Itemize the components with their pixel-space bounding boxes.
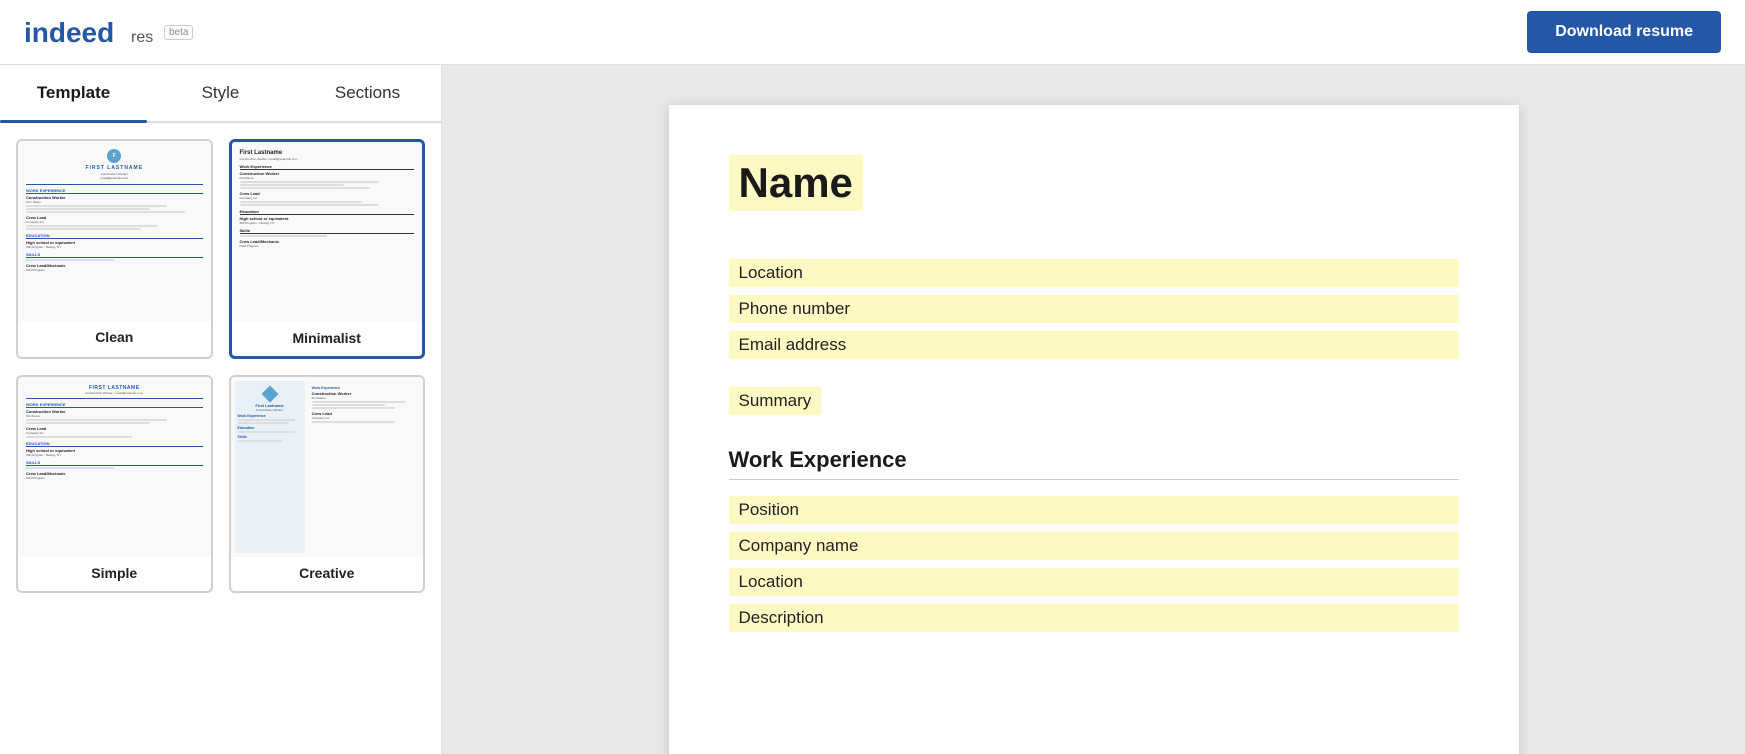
resume-description-field[interactable]: Description [729,604,1459,632]
template-preview-minimalist: First Lastname Construction Worker • ema… [232,142,423,322]
app-header: indeed resume builder beta Download resu… [0,0,1745,65]
template-label-simple: Simple [18,557,211,591]
resume-name-field[interactable]: Name [729,155,863,211]
resume-company-field[interactable]: Company name [729,532,1459,560]
resume-summary-field[interactable]: Summary [729,387,822,415]
template-card-creative[interactable]: First Lastname Construction Worker Work … [229,375,426,593]
tab-style[interactable]: Style [147,65,294,121]
tabs-nav: Template Style Sections [0,65,441,123]
template-card-simple[interactable]: FIRST LASTNAME Construction Worker • ema… [16,375,213,593]
template-preview-clean: F FIRST LASTNAME Construction Worker ema… [18,141,211,321]
main-layout: Template Style Sections F FIRST LASTNAME… [0,65,1745,754]
work-experience-title: Work Experience [729,447,1459,480]
template-label-creative: Creative [231,557,424,591]
right-content: Name Location Phone number Email address… [442,65,1745,754]
contact-fields-group: Location Phone number Email address [729,259,1459,367]
template-preview-creative: First Lastname Construction Worker Work … [231,377,424,557]
tab-sections[interactable]: Sections [294,65,441,121]
resume-phone-field[interactable]: Phone number [729,295,1459,323]
template-label-minimalist: Minimalist [232,322,423,356]
svg-text:resume builder: resume builder [131,29,154,46]
tab-template[interactable]: Template [0,65,147,121]
resume-work-location-field[interactable]: Location [729,568,1459,596]
download-resume-button[interactable]: Download resume [1527,11,1721,53]
left-sidebar: Template Style Sections F FIRST LASTNAME… [0,65,442,754]
logo-area: indeed resume builder beta [24,12,193,52]
template-card-minimalist[interactable]: First Lastname Construction Worker • ema… [229,139,426,359]
indeed-logo: indeed resume builder [24,12,154,52]
resume-location-field[interactable]: Location [729,259,1459,287]
tab-active-indicator [0,120,147,123]
template-card-clean[interactable]: F FIRST LASTNAME Construction Worker ema… [16,139,213,359]
resume-page: Name Location Phone number Email address… [669,105,1519,754]
work-experience-section: Work Experience Position Company name Lo… [729,447,1459,640]
template-grid: F FIRST LASTNAME Construction Worker ema… [0,123,441,609]
template-preview-simple: FIRST LASTNAME Construction Worker • ema… [18,377,211,557]
template-label-clean: Clean [18,321,211,355]
work-fields-group: Position Company name Location Descripti… [729,496,1459,640]
resume-email-field[interactable]: Email address [729,331,1459,359]
svg-text:indeed: indeed [24,17,114,48]
resume-position-field[interactable]: Position [729,496,1459,524]
beta-badge: beta [164,25,193,40]
